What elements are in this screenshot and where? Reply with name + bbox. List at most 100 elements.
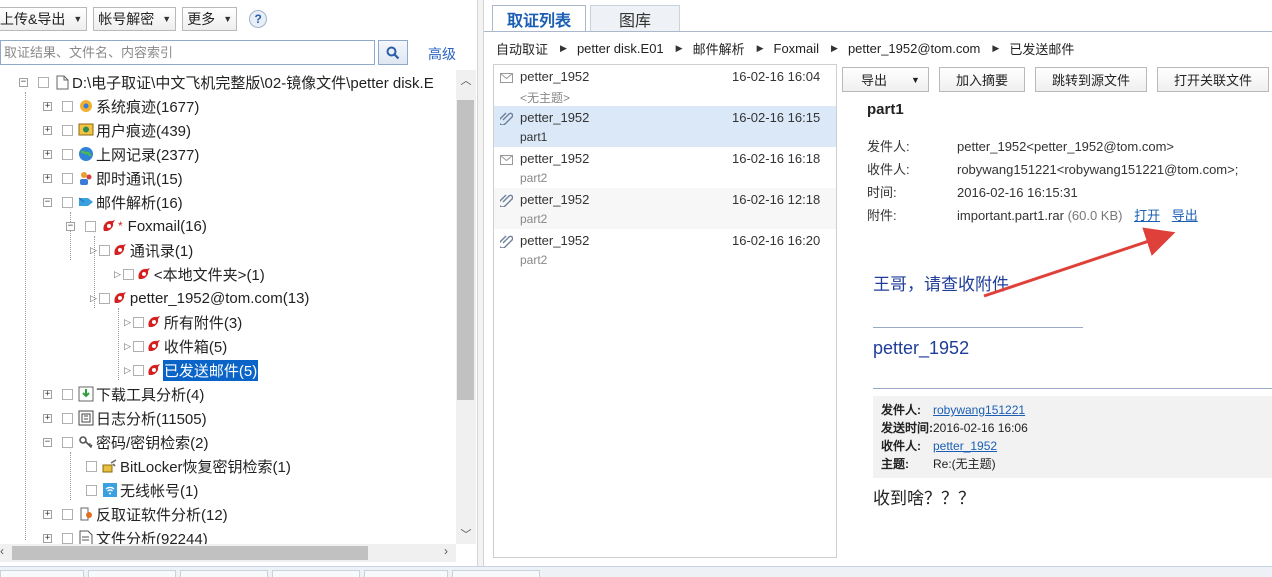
tree-item-bitlocker[interactable]: BitLocker恢复密钥检索(1) bbox=[86, 455, 292, 477]
tree-item-system-traces[interactable]: + 系统痕迹(1677) bbox=[43, 95, 200, 117]
expand-triangle-icon[interactable]: ▷ bbox=[124, 365, 131, 376]
pane-splitter[interactable] bbox=[477, 0, 484, 566]
tree-item-contacts[interactable]: ▷ 通讯录(1) bbox=[90, 239, 194, 261]
tree-checkbox[interactable] bbox=[62, 532, 73, 544]
quote-to-link[interactable]: petter_1952 bbox=[933, 439, 997, 453]
expand-triangle-icon[interactable]: ▷ bbox=[124, 317, 131, 328]
expand-icon[interactable]: + bbox=[43, 389, 52, 399]
bottom-tab[interactable] bbox=[364, 570, 448, 577]
advanced-search-link[interactable]: 高级 bbox=[428, 44, 456, 64]
search-input[interactable] bbox=[0, 40, 375, 65]
search-button[interactable] bbox=[378, 40, 408, 65]
tree-item-web-records[interactable]: + 上网记录(2377) bbox=[43, 143, 200, 165]
expand-icon[interactable]: + bbox=[43, 101, 52, 111]
tab-evidence-list[interactable]: 取证列表 bbox=[492, 5, 587, 32]
tree-vertical-scrollbar[interactable]: ︿ ﹀ bbox=[456, 70, 476, 544]
collapse-icon[interactable]: − bbox=[66, 221, 75, 231]
breadcrumb-item[interactable]: 已发送邮件 bbox=[1009, 39, 1074, 58]
add-summary-button[interactable]: 加入摘要 bbox=[938, 67, 1025, 92]
tree-item-wireless[interactable]: 无线帐号(1) bbox=[86, 479, 199, 501]
account-decrypt-dropdown[interactable]: 帐号解密 ▼ bbox=[93, 7, 177, 31]
tree-checkbox[interactable] bbox=[62, 100, 73, 112]
scroll-up-icon[interactable]: ︿ bbox=[456, 72, 476, 88]
tree-item-all-attachments[interactable]: ▷ 所有附件(3) bbox=[124, 311, 243, 333]
expand-icon[interactable]: + bbox=[43, 173, 52, 183]
open-attachment-link[interactable]: 打开 bbox=[1134, 208, 1160, 223]
expand-icon[interactable]: + bbox=[43, 149, 52, 159]
tree-item-user-traces[interactable]: + 用户痕迹(439) bbox=[43, 119, 192, 141]
mail-row[interactable]: petter_1952 16-02-16 12:18 part2 bbox=[494, 188, 836, 229]
tree-item-file-analysis[interactable]: + 文件分析(92244) bbox=[43, 527, 209, 544]
tree-checkbox[interactable] bbox=[132, 316, 144, 328]
export-attachment-link[interactable]: 导出 bbox=[1172, 208, 1198, 223]
tree-checkbox[interactable] bbox=[85, 220, 96, 232]
mail-row-selected[interactable]: petter_1952 16-02-16 16:15 part1 bbox=[494, 106, 836, 147]
scroll-thumb[interactable] bbox=[12, 546, 368, 560]
tree-checkbox[interactable] bbox=[132, 340, 144, 352]
tab-gallery[interactable]: 图库 bbox=[590, 5, 681, 32]
quote-from-link[interactable]: robywang151221 bbox=[933, 403, 1025, 417]
tree-item-download-tools[interactable]: + 下载工具分析(4) bbox=[43, 383, 205, 405]
tree-item-anti-forensics[interactable]: + 反取证软件分析(12) bbox=[43, 503, 229, 525]
breadcrumb-item[interactable]: Foxmail bbox=[774, 41, 820, 56]
tree-checkbox[interactable] bbox=[132, 364, 144, 376]
tree-checkbox[interactable] bbox=[62, 412, 73, 424]
upload-export-dropdown[interactable]: 上传&导出 ▼ bbox=[0, 7, 88, 31]
tree-item-account[interactable]: ▷ petter_1952@tom.com(13) bbox=[90, 287, 310, 309]
expand-triangle-icon[interactable]: ▷ bbox=[124, 341, 131, 352]
tree-item-im[interactable]: + 即时通讯(15) bbox=[43, 167, 184, 189]
expand-triangle-icon[interactable]: ▷ bbox=[90, 245, 97, 256]
scroll-right-icon[interactable]: › bbox=[444, 544, 448, 562]
tree-item-password-search[interactable]: − 密码/密钥检索(2) bbox=[43, 431, 210, 453]
tree-checkbox[interactable] bbox=[98, 292, 110, 304]
help-button[interactable]: ? bbox=[249, 10, 268, 28]
tree-horizontal-scrollbar[interactable]: ‹ › bbox=[0, 544, 456, 562]
tree-item-mail-parse[interactable]: − 邮件解析(16) bbox=[43, 191, 184, 213]
goto-source-button[interactable]: 跳转到源文件 bbox=[1034, 67, 1147, 92]
tree-checkbox[interactable] bbox=[38, 76, 49, 88]
tree-checkbox[interactable] bbox=[122, 268, 134, 280]
tree-checkbox[interactable] bbox=[62, 436, 73, 448]
bottom-tab[interactable] bbox=[88, 570, 176, 577]
mail-row[interactable]: petter_1952 16-02-16 16:20 part2 bbox=[494, 229, 836, 270]
scroll-thumb[interactable] bbox=[457, 100, 474, 400]
tree-item-sent[interactable]: ▷ 已发送邮件(5) bbox=[124, 359, 259, 381]
tree-checkbox[interactable] bbox=[86, 460, 97, 472]
collapse-icon[interactable]: − bbox=[43, 197, 52, 207]
expand-icon[interactable]: + bbox=[43, 533, 52, 543]
tree-checkbox[interactable] bbox=[62, 508, 73, 520]
bottom-tab[interactable] bbox=[0, 570, 84, 577]
expand-icon[interactable]: + bbox=[43, 509, 52, 519]
bottom-tab[interactable] bbox=[180, 570, 268, 577]
tree-checkbox[interactable] bbox=[62, 196, 73, 208]
tree-checkbox[interactable] bbox=[62, 124, 73, 136]
tree-checkbox[interactable] bbox=[62, 148, 73, 160]
open-linked-file-button[interactable]: 打开关联文件 bbox=[1156, 67, 1269, 92]
bottom-tab[interactable] bbox=[272, 570, 360, 577]
tree-item-inbox[interactable]: ▷ 收件箱(5) bbox=[124, 335, 228, 357]
export-dropdown[interactable]: 导出 ▼ bbox=[842, 67, 929, 92]
collapse-icon[interactable]: − bbox=[43, 437, 52, 447]
expand-icon[interactable]: + bbox=[43, 125, 52, 135]
bottom-tab[interactable] bbox=[452, 570, 540, 577]
expand-triangle-icon[interactable]: ▷ bbox=[90, 293, 97, 304]
tree-item-foxmail[interactable]: − * Foxmail(16) bbox=[66, 215, 208, 237]
scroll-down-icon[interactable]: ﹀ bbox=[456, 526, 476, 542]
tree-checkbox[interactable] bbox=[62, 388, 73, 400]
mail-row[interactable]: petter_1952 16-02-16 16:04 <无主题> bbox=[494, 65, 836, 106]
breadcrumb-item[interactable]: 自动取证 bbox=[496, 39, 548, 58]
breadcrumb-item[interactable]: petter disk.E01 bbox=[577, 41, 664, 56]
tree-checkbox[interactable] bbox=[62, 172, 73, 184]
tree-root[interactable]: − D:\电子取证\中文飞机完整版\02-镜像文件\petter disk.E bbox=[19, 71, 435, 93]
tree-item-log-analysis[interactable]: + 日志分析(11505) bbox=[43, 407, 208, 429]
collapse-icon[interactable]: − bbox=[19, 77, 28, 87]
tree-checkbox[interactable] bbox=[98, 244, 110, 256]
tree-item-local-folder[interactable]: ▷ <本地文件夹>(1) bbox=[114, 263, 266, 285]
expand-icon[interactable]: + bbox=[43, 413, 52, 423]
tree-checkbox[interactable] bbox=[86, 484, 97, 496]
more-dropdown[interactable]: 更多 ▼ bbox=[182, 7, 238, 31]
breadcrumb-item[interactable]: 邮件解析 bbox=[693, 39, 745, 58]
expand-triangle-icon[interactable]: ▷ bbox=[114, 269, 121, 280]
scroll-left-icon[interactable]: ‹ bbox=[0, 544, 4, 562]
mail-row[interactable]: petter_1952 16-02-16 16:18 part2 bbox=[494, 147, 836, 188]
